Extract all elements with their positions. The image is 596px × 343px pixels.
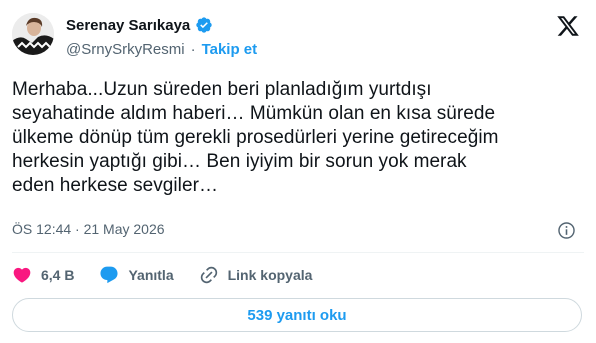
author-name-row: Serenay Sarıkaya bbox=[66, 14, 213, 36]
link-icon bbox=[200, 266, 217, 284]
handle[interactable]: @SrnySrkyResmi bbox=[66, 41, 185, 58]
read-replies-label: 539 yanıtı oku bbox=[247, 306, 347, 324]
copy-link-button[interactable]: Link kopyala bbox=[199, 265, 313, 285]
read-replies-button[interactable]: 539 yanıtı oku bbox=[12, 298, 582, 332]
heart-icon bbox=[13, 267, 31, 283]
separator-dot: · bbox=[190, 40, 196, 58]
handle-row: @SrnySrkyResmi · Takip et bbox=[66, 39, 257, 59]
verified-badge-icon bbox=[195, 16, 213, 34]
like-count: 6,4 B bbox=[41, 267, 75, 283]
reply-button[interactable]: Yanıtla bbox=[99, 265, 174, 285]
like-button[interactable]: 6,4 B bbox=[12, 265, 74, 285]
x-logo-icon[interactable] bbox=[556, 14, 580, 38]
follow-button[interactable]: Takip et bbox=[202, 41, 258, 58]
timestamp-text[interactable]: ÖS 12:44 · 21 May 2026 bbox=[12, 221, 165, 237]
display-name[interactable]: Serenay Sarıkaya bbox=[66, 17, 190, 34]
tweet-card: Serenay Sarıkaya @SrnySrkyResmi · Takip … bbox=[0, 0, 596, 343]
tweet-timestamp[interactable]: ÖS 12:44 · 21 May 2026 bbox=[12, 221, 165, 237]
info-icon[interactable] bbox=[557, 221, 576, 240]
action-bar: 6,4 B Yanıtla Link kopyala bbox=[12, 263, 337, 287]
divider bbox=[12, 252, 584, 253]
reply-label: Yanıtla bbox=[128, 267, 174, 283]
reply-bubble-icon bbox=[100, 266, 119, 284]
avatar[interactable] bbox=[12, 13, 54, 55]
copy-link-label: Link kopyala bbox=[227, 267, 313, 283]
tweet-text: Merhaba...Uzun süreden beri planladığım … bbox=[12, 79, 499, 196]
